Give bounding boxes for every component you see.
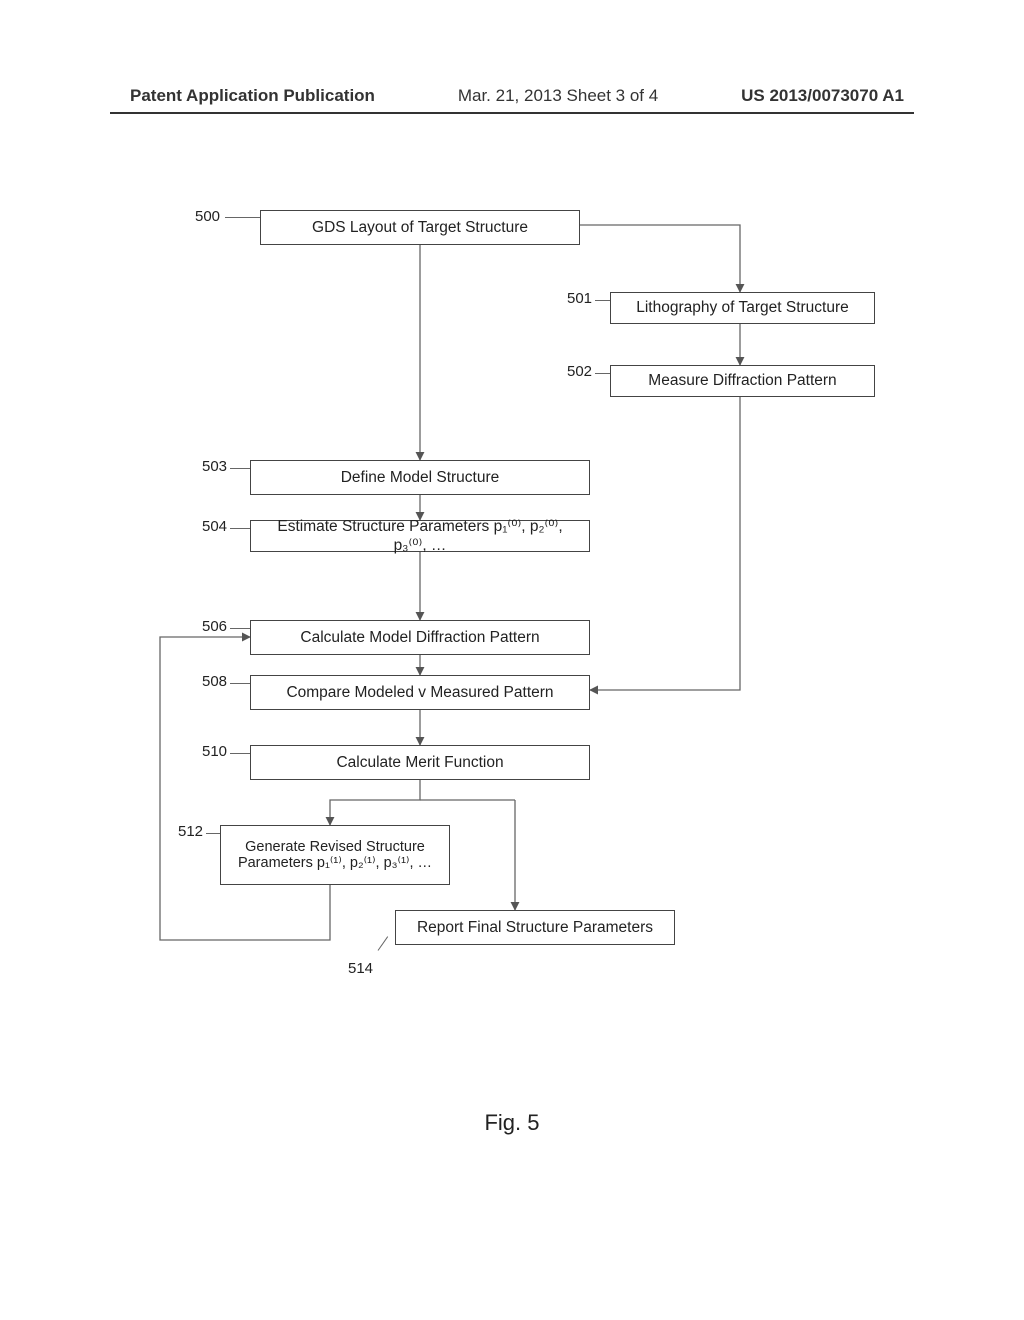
header-mid: Mar. 21, 2013 Sheet 3 of 4 xyxy=(458,86,658,106)
leader-508 xyxy=(230,683,250,684)
leader-500 xyxy=(225,217,260,218)
flowchart: GDS Layout of Target Structure Lithograp… xyxy=(120,200,890,1100)
leader-512 xyxy=(206,833,220,834)
label-502: 502 xyxy=(567,363,592,380)
leader-502 xyxy=(595,373,610,374)
label-514: 514 xyxy=(348,960,373,977)
box-report-final: Report Final Structure Parameters xyxy=(395,910,675,945)
label-503: 503 xyxy=(202,458,227,475)
leader-504 xyxy=(230,528,250,529)
label-506: 506 xyxy=(202,618,227,635)
box-lithography: Lithography of Target Structure xyxy=(610,292,875,324)
leader-503 xyxy=(230,468,250,469)
box-revised-params: Generate Revised Structure Parameters p₁… xyxy=(220,825,450,885)
box-compare: Compare Modeled v Measured Pattern xyxy=(250,675,590,710)
label-504: 504 xyxy=(202,518,227,535)
box-calc-model-diffraction: Calculate Model Diffraction Pattern xyxy=(250,620,590,655)
leader-501 xyxy=(595,300,610,301)
box-estimate-params: Estimate Structure Parameters p₁⁽⁰⁾, p₂⁽… xyxy=(250,520,590,552)
label-508: 508 xyxy=(202,673,227,690)
label-510: 510 xyxy=(202,743,227,760)
leader-506 xyxy=(230,628,250,629)
leader-514 xyxy=(378,936,389,950)
label-512: 512 xyxy=(178,823,203,840)
box-define-model: Define Model Structure xyxy=(250,460,590,495)
box-gds-layout: GDS Layout of Target Structure xyxy=(260,210,580,245)
label-500: 500 xyxy=(195,208,220,225)
box-measure-diffraction: Measure Diffraction Pattern xyxy=(610,365,875,397)
figure-caption: Fig. 5 xyxy=(0,1110,1024,1136)
header-right: US 2013/0073070 A1 xyxy=(741,86,904,106)
leader-510 xyxy=(230,753,250,754)
header-rule xyxy=(110,112,914,114)
page-header: Patent Application Publication Mar. 21, … xyxy=(0,86,1024,106)
box-merit-function: Calculate Merit Function xyxy=(250,745,590,780)
label-501: 501 xyxy=(567,290,592,307)
header-left: Patent Application Publication xyxy=(130,86,375,106)
